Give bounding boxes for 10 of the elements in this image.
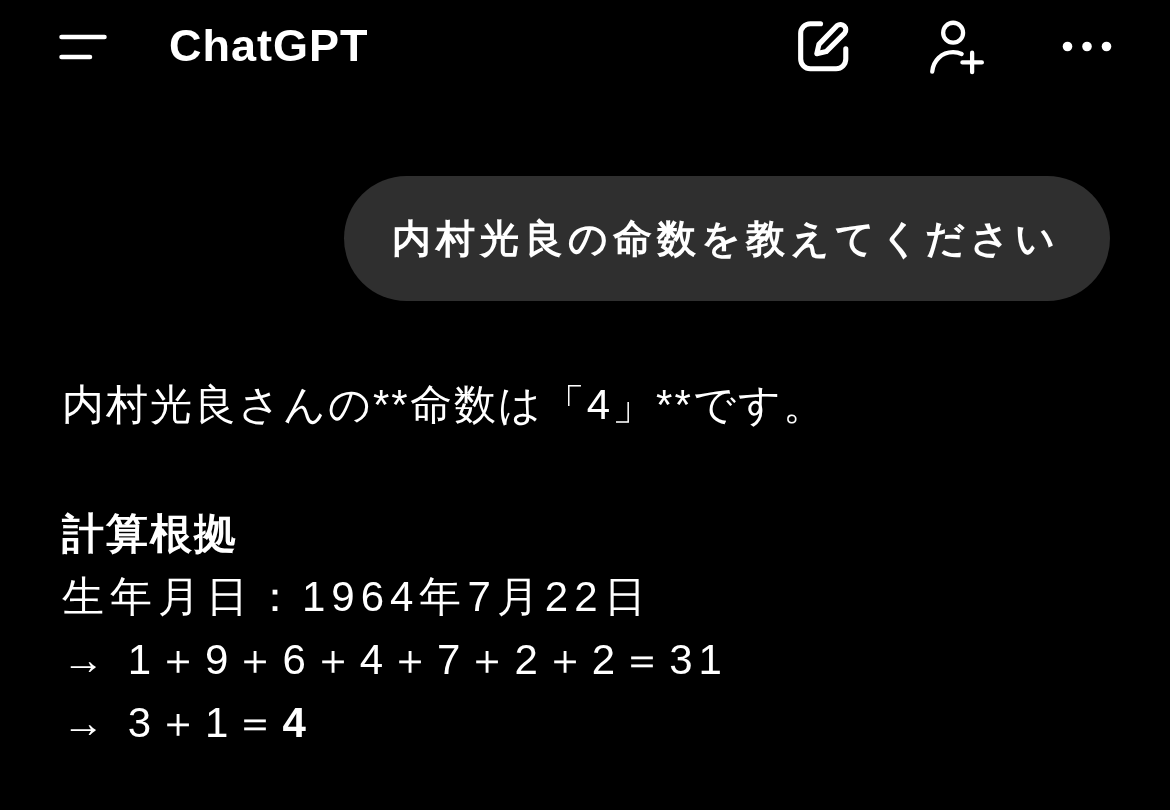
more-icon[interactable]: [1062, 40, 1112, 52]
response-line: → 3＋1＝4: [62, 698, 313, 748]
edit-icon[interactable]: [798, 20, 849, 72]
menu-icon[interactable]: [59, 34, 107, 60]
section-heading: 計算根拠: [62, 509, 239, 559]
app-title: ChatGPT: [169, 20, 369, 72]
response-line: → 1＋9＋6＋4＋7＋2＋2＝31: [62, 635, 729, 685]
response-line: 生年月日：1964年7月22日: [62, 572, 653, 622]
response-paragraph: 内村光良さんの**命数は「4」**です。: [62, 380, 828, 430]
user-message: 内村光良の命数を教えてください: [344, 176, 1110, 301]
